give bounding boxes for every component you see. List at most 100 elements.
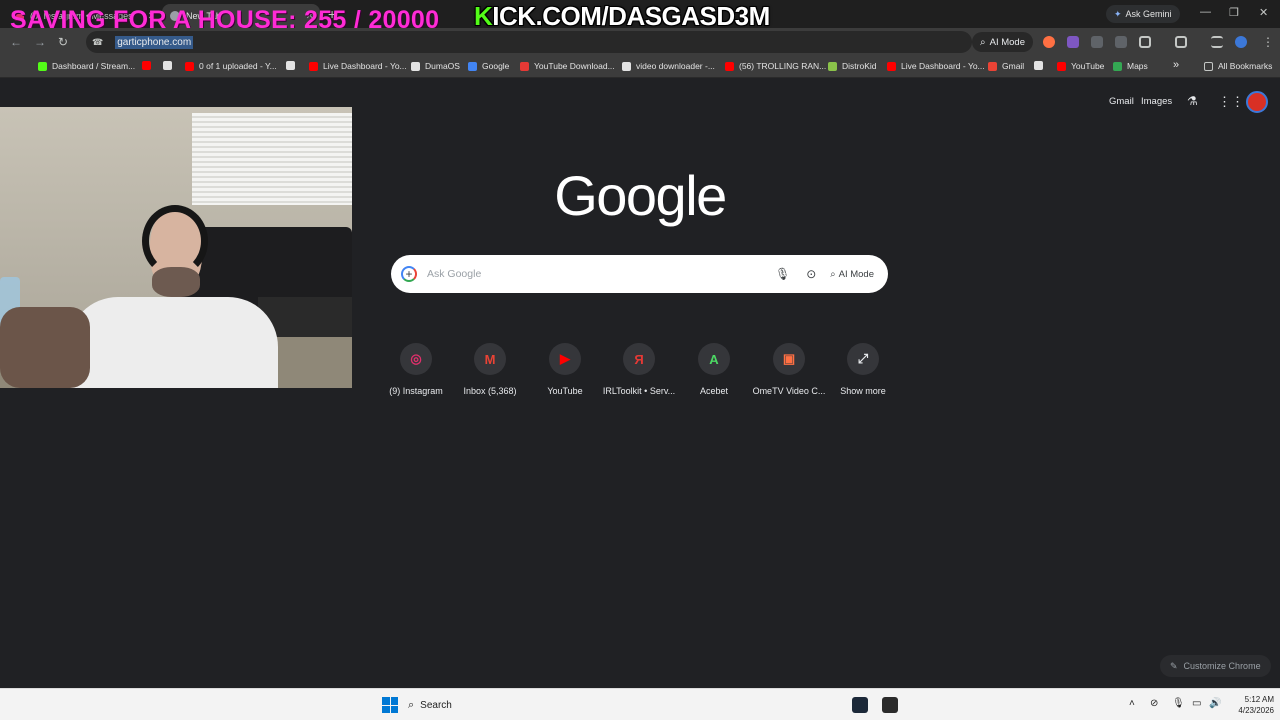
shortcut-tile[interactable]: ▶ YouTube	[527, 343, 603, 396]
bookmark-label: YouTube Download...	[534, 61, 615, 71]
bookmark-item[interactable]: Google	[468, 61, 509, 71]
bookmark-item[interactable]: Gmail	[988, 61, 1024, 71]
search-box[interactable]: + Ask Google 🎙 ⊙ ⌕ AI Mode	[391, 255, 888, 293]
webcam-overlay	[0, 107, 352, 388]
shortcut-tile[interactable]: Я IRLToolkit • Serv...	[601, 343, 677, 396]
streamer-arm	[0, 307, 90, 388]
customize-label: Customize Chrome	[1183, 661, 1261, 671]
bookmark-label: video downloader -...	[636, 61, 715, 71]
shortcut-tile[interactable]: ◎ (9) Instagram	[378, 343, 454, 396]
irltoolkit-icon: Я	[623, 343, 655, 375]
bookmark-item[interactable]: Live Dashboard - Yo...	[887, 61, 985, 71]
search-icon: ⌕	[830, 268, 836, 280]
address-bar[interactable]: ☎ garticphone.com	[86, 31, 972, 53]
bookmark-label: DistroKid	[842, 61, 877, 71]
url-text[interactable]: garticphone.com	[115, 35, 194, 49]
lens-camera-icon[interactable]: ⊙	[806, 267, 816, 281]
tab-search-icon[interactable]	[1175, 36, 1187, 48]
microphone-icon[interactable]: 🎙	[775, 267, 790, 281]
extension-icon[interactable]	[1067, 36, 1079, 48]
media-controls-icon[interactable]	[1211, 36, 1223, 48]
extension-icon[interactable]	[1091, 36, 1103, 48]
extension-icon[interactable]	[1043, 36, 1055, 48]
restore-icon[interactable]: ❐	[1229, 6, 1239, 19]
clock-date: 4/23/2026	[1238, 706, 1274, 715]
taskbar-search[interactable]: ⌕ Search	[408, 696, 452, 714]
shortcut-tile[interactable]: M Inbox (5,368)	[452, 343, 528, 396]
ai-mode-label: AI Mode	[989, 36, 1025, 48]
bookmark-item[interactable]: Live Dashboard - Yo...	[309, 61, 407, 71]
bookmark-favicon	[1034, 61, 1043, 70]
expand-icon: ⤢	[847, 343, 879, 375]
shortcut-tile[interactable]: A Acebet	[676, 343, 752, 396]
youtube-icon: ▶	[549, 343, 581, 375]
ai-mode-search-button[interactable]: ⌕ AI Mode	[830, 269, 874, 280]
search-input[interactable]: Ask Google	[427, 268, 775, 280]
ai-mode-button[interactable]: ⌕ AI Mode	[972, 32, 1033, 52]
bookmark-item[interactable]: DumaOS	[411, 61, 460, 71]
forward-icon[interactable]: →	[34, 35, 46, 49]
site-info-icon[interactable]: ☎	[92, 37, 103, 48]
network-icon[interactable]: ▭	[1192, 698, 1201, 709]
google-logo: Google	[554, 164, 727, 227]
tray-app-icon[interactable]: ⊘	[1150, 698, 1158, 709]
bookmark-item[interactable]	[142, 61, 156, 70]
bookmark-label: Live Dashboard - Yo...	[323, 61, 407, 71]
microphone-tray-icon[interactable]: 🎙	[1172, 698, 1185, 709]
ask-gemini-button[interactable]: ✦ Ask Gemini	[1106, 5, 1180, 23]
headset	[142, 205, 208, 277]
shortcut-tile[interactable]: ▣ OmeTV Video C...	[751, 343, 827, 396]
windows-start-icon[interactable]	[382, 697, 398, 713]
bookmark-favicon	[1057, 61, 1066, 71]
system-clock[interactable]: 5:12 AM 4/23/2026	[1224, 694, 1274, 716]
bookmark-item[interactable]: YouTube	[1057, 61, 1104, 71]
customize-chrome-button[interactable]: ✎ Customize Chrome	[1160, 655, 1271, 677]
bookmark-favicon	[725, 61, 734, 71]
all-bookmarks-button[interactable]: All Bookmarks	[1204, 61, 1272, 71]
bookmark-favicon	[622, 61, 631, 71]
bookmark-label: Dashboard / Stream...	[52, 61, 136, 71]
bookmark-item[interactable]: Maps	[1113, 61, 1148, 71]
window-blinds	[192, 113, 352, 205]
taskbar-search-label: Search	[420, 699, 452, 711]
minimize-icon[interactable]: —	[1200, 6, 1211, 18]
epic-games-icon[interactable]	[882, 697, 898, 713]
shortcut-label: IRLToolkit • Serv...	[602, 386, 676, 396]
shortcut-tile[interactable]: ⤢ Show more	[825, 343, 901, 396]
labs-flask-icon[interactable]: ⚗	[1187, 94, 1198, 108]
bookmark-item[interactable]: Dashboard / Stream...	[38, 61, 135, 71]
menu-kebab-icon[interactable]: ⋮	[1262, 35, 1274, 49]
bookmark-item[interactable]	[286, 61, 300, 70]
extensions-puzzle-icon[interactable]	[1139, 36, 1151, 48]
back-icon[interactable]: ←	[10, 35, 22, 49]
extension-icon[interactable]	[1115, 36, 1127, 48]
pencil-icon: ✎	[1170, 660, 1178, 671]
bookmark-item[interactable]: YouTube Download...	[520, 61, 615, 71]
bookmark-favicon	[38, 61, 47, 71]
account-avatar[interactable]	[1246, 91, 1268, 113]
bookmark-item[interactable]: 0 of 1 uploaded - Y...	[185, 61, 277, 71]
gmail-link[interactable]: Gmail	[1109, 96, 1134, 107]
profile-avatar-icon[interactable]	[1235, 36, 1247, 48]
add-plus-icon[interactable]: +	[401, 266, 417, 282]
bookmark-label: Live Dashboard - Yo...	[901, 61, 985, 71]
bookmark-item[interactable]	[163, 61, 177, 70]
bookmark-favicon	[286, 61, 295, 70]
bookmark-item[interactable]	[1034, 61, 1048, 70]
all-bookmarks-label: All Bookmarks	[1218, 61, 1273, 71]
reload-icon[interactable]: ↻	[58, 35, 68, 49]
tray-overflow-chevron-icon[interactable]: ˄	[1129, 698, 1135, 709]
ometv-icon: ▣	[773, 343, 805, 375]
volume-icon[interactable]: 🔊	[1209, 698, 1221, 709]
steam-icon[interactable]	[852, 697, 868, 713]
gmail-icon: M	[474, 343, 506, 375]
shortcut-label: OmeTV Video C...	[752, 386, 826, 396]
bookmark-favicon	[185, 61, 194, 71]
bookmark-item[interactable]: video downloader -...	[622, 61, 715, 71]
more-bookmarks-chevron-icon[interactable]: »	[1173, 59, 1179, 71]
images-link[interactable]: Images	[1141, 96, 1172, 107]
folder-icon	[1204, 61, 1213, 71]
bookmark-item[interactable]: DistroKid	[828, 61, 876, 71]
close-window-icon[interactable]: ✕	[1259, 6, 1268, 19]
bookmark-item[interactable]: (56) TROLLING RAN...	[725, 61, 826, 71]
